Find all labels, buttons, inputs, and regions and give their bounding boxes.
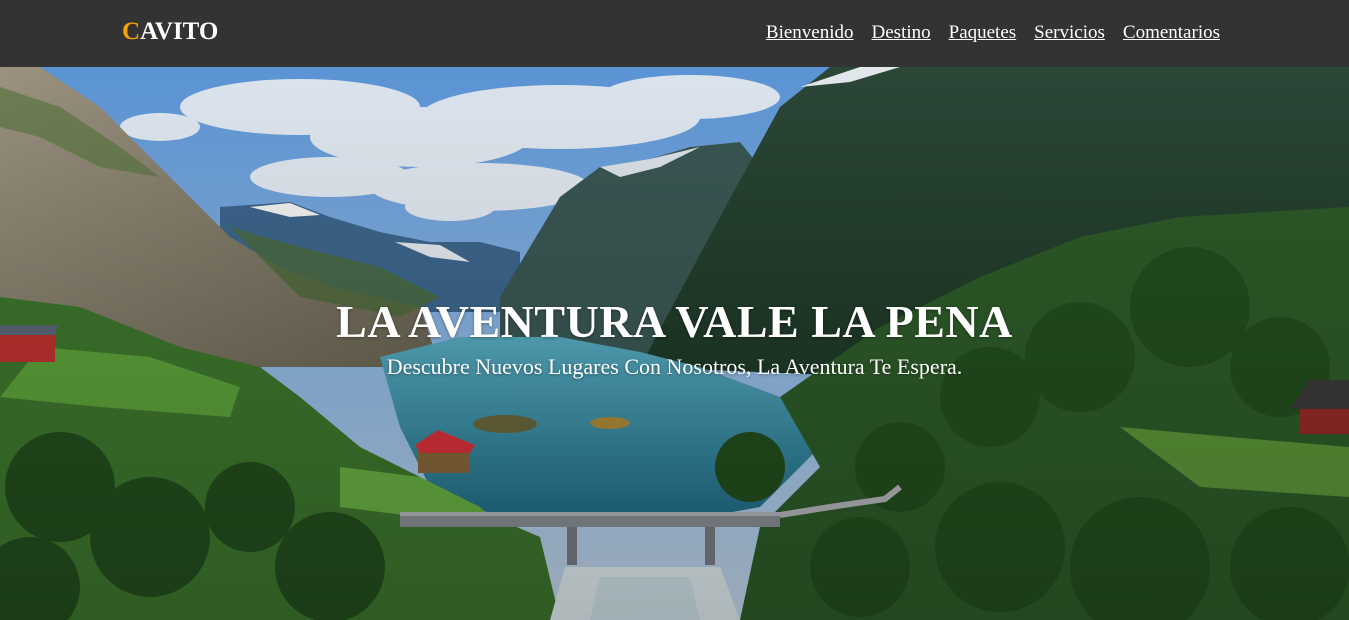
nav-link-servicios[interactable]: Servicios: [1034, 21, 1105, 45]
main-nav: Bienvenido Destino Paquetes Servicios Co…: [766, 21, 1220, 45]
logo-text: AVITO: [140, 18, 219, 45]
nav-link-destino[interactable]: Destino: [872, 21, 931, 45]
site-logo[interactable]: CAVITO: [122, 17, 218, 47]
logo-accent-letter: C: [122, 18, 141, 45]
header-bar: CAVITO Bienvenido Destino Paquetes Servi…: [0, 0, 1349, 67]
nav-link-paquetes[interactable]: Paquetes: [949, 21, 1017, 45]
hero-subtitle: Descubre Nuevos Lugares Con Nosotros, La…: [386, 354, 963, 379]
hero-section: LA AVENTURA VALE LA PENA Descubre Nuevos…: [0, 67, 1349, 620]
nav-link-bienvenido[interactable]: Bienvenido: [766, 21, 854, 45]
hero-title: LA AVENTURA VALE LA PENA: [336, 296, 1013, 347]
nav-link-comentarios[interactable]: Comentarios: [1123, 21, 1220, 45]
